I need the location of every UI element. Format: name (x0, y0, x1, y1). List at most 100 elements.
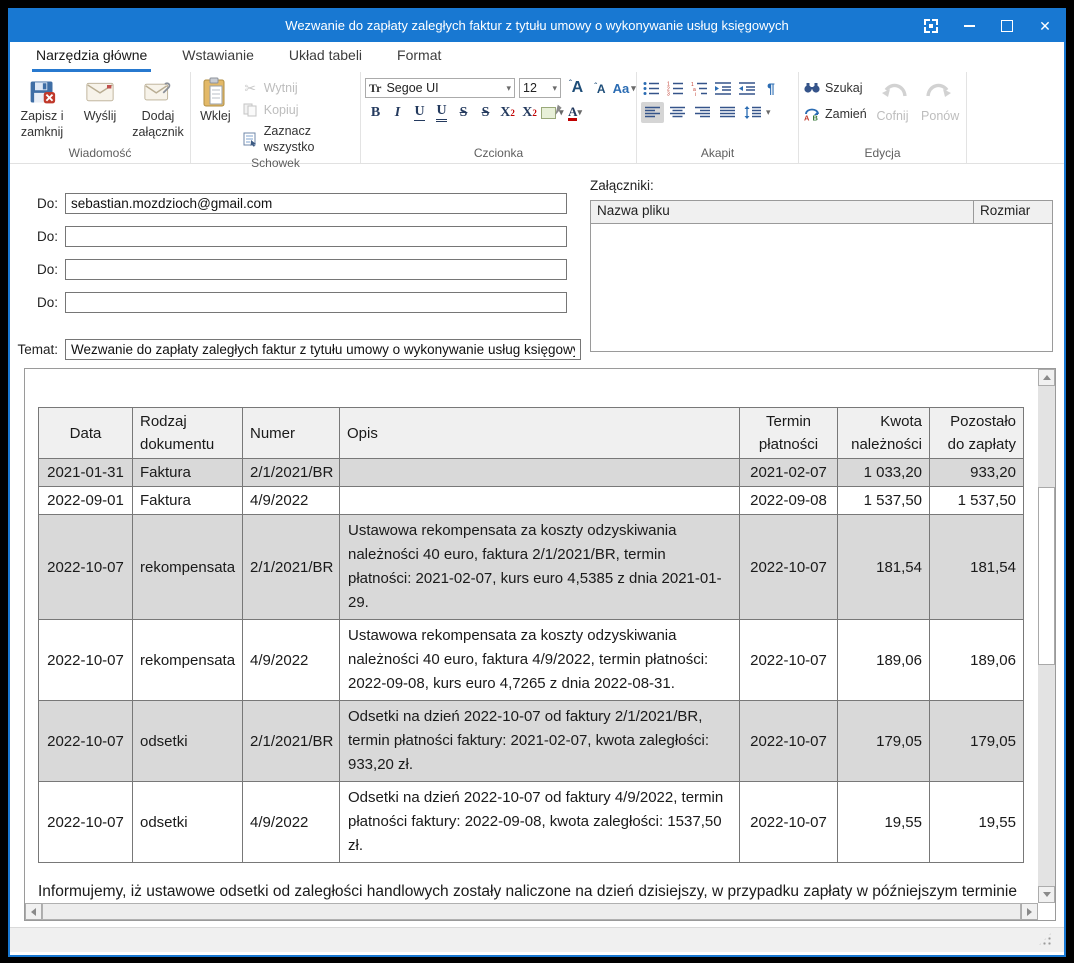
double-strikethrough-button[interactable]: S (475, 102, 496, 123)
select-all-button[interactable]: Zaznacz wszystko (242, 123, 356, 155)
to-field-4[interactable] (65, 292, 567, 313)
save-and-close-button[interactable]: Zapisz i zamknij (14, 75, 70, 140)
font-name-value: Segoe UI (386, 81, 438, 95)
subject-field[interactable] (65, 339, 581, 360)
focus-mode-button[interactable] (912, 10, 950, 42)
replace-icon: AB (803, 105, 820, 122)
attachments-label: Załączniki: (590, 178, 654, 193)
horizontal-scrollbar[interactable] (25, 903, 1038, 920)
table-cell: 2021-02-07 (740, 459, 838, 487)
cut-label: Wytnij (264, 80, 298, 96)
screenshot-root: { "window": { "title": "Wezwanie do zapł… (0, 0, 1074, 963)
to-field-3[interactable] (65, 259, 567, 280)
scroll-up-button[interactable] (1038, 369, 1055, 386)
bold-button[interactable]: B (365, 102, 386, 123)
add-attachment-button[interactable]: Dodaj załącznik (130, 75, 186, 140)
table-cell: Faktura (133, 459, 243, 487)
strikethrough-button[interactable]: S (453, 102, 474, 123)
table-cell: 2022-10-07 (740, 620, 838, 701)
table-cell: 2022-10-07 (39, 620, 133, 701)
to-field-2[interactable] (65, 226, 567, 247)
font-color-button[interactable]: A▾ (565, 102, 586, 123)
tab-home[interactable]: Narzędzia główne (32, 42, 151, 72)
font-name-select[interactable]: Tr Segoe UI ▾ (365, 78, 515, 98)
to-label-2: Do: (12, 229, 58, 244)
scroll-right-button[interactable] (1021, 903, 1038, 920)
numbered-list-button[interactable]: 123 (665, 78, 685, 98)
table-cell: 2022-10-07 (740, 782, 838, 863)
attachments-column-filename[interactable]: Nazwa pliku (591, 201, 974, 223)
font-size-value: 12 (523, 81, 537, 95)
horizontal-scrollbar-thumb[interactable] (42, 903, 1021, 920)
table-cell (340, 459, 740, 487)
italic-button[interactable]: I (387, 102, 408, 123)
app-window: Wezwanie do zapłaty zaległych faktur z t… (8, 8, 1066, 957)
underline-button[interactable]: U (409, 102, 430, 123)
scroll-down-button[interactable] (1038, 886, 1055, 903)
svg-text:i: i (695, 92, 696, 96)
close-button[interactable]: ✕ (1026, 10, 1064, 42)
attachments-column-size[interactable]: Rozmiar (974, 201, 1052, 223)
align-left-button[interactable] (641, 102, 664, 123)
undo-label: Cofnij (877, 109, 909, 125)
table-cell: 4/9/2022 (243, 782, 340, 863)
table-row: 2022-10-07odsetki4/9/2022Odsetki na dzie… (39, 782, 1024, 863)
copy-icon (242, 101, 259, 118)
vertical-scrollbar-thumb[interactable] (1038, 487, 1055, 665)
status-bar (10, 927, 1064, 952)
binoculars-icon (803, 79, 820, 96)
bullet-list-button[interactable] (641, 78, 661, 98)
table-cell: Ustawowa rekompensata za koszty odzyskiw… (340, 620, 740, 701)
decrease-indent-button[interactable] (713, 78, 733, 98)
paste-button[interactable]: Wklej (195, 75, 236, 125)
double-underline-button[interactable]: U (431, 102, 452, 123)
attachments-panel[interactable]: Nazwa pliku Rozmiar (590, 200, 1053, 352)
copy-button: Kopiuj (242, 101, 356, 118)
replace-label: Zamień (825, 106, 867, 122)
line-spacing-button[interactable] (741, 102, 764, 123)
subscript-button[interactable]: X2 (497, 102, 518, 123)
scroll-left-button[interactable] (25, 903, 42, 920)
table-cell: 1 537,50 (838, 487, 930, 515)
find-button[interactable]: Szukaj (803, 79, 867, 96)
document-table: DataRodzaj dokumentuNumerOpisTermin płat… (38, 407, 1024, 863)
table-cell: 19,55 (838, 782, 930, 863)
resize-grip[interactable] (1038, 932, 1052, 946)
superscript-button[interactable]: X2 (519, 102, 540, 123)
tab-table-layout[interactable]: Układ tabeli (285, 42, 366, 72)
minimize-button[interactable] (950, 10, 988, 42)
ribbon-group-message: Zapisz i zamknij Wyślij Dodaj załącznik … (10, 72, 191, 163)
font-size-select[interactable]: 12 ▾ (519, 78, 561, 98)
send-button[interactable]: Wyślij (72, 75, 128, 125)
table-cell: 189,06 (838, 620, 930, 701)
tab-insert[interactable]: Wstawianie (178, 42, 258, 72)
change-case-button[interactable]: Aa▾ (613, 81, 636, 96)
chevron-down-icon: ▾ (502, 83, 511, 94)
to-field-1[interactable] (65, 193, 567, 214)
justify-button[interactable] (716, 102, 739, 123)
align-right-button[interactable] (691, 102, 714, 123)
column-header: Opis (340, 408, 740, 459)
attachment-icon (143, 77, 173, 107)
table-cell: 181,54 (838, 515, 930, 620)
grow-font-button[interactable]: ˆA (565, 79, 586, 97)
multilevel-list-button[interactable]: 1ai (689, 78, 709, 98)
table-cell: 933,20 (930, 459, 1024, 487)
email-body-editor[interactable]: DataRodzaj dokumentuNumerOpisTermin płat… (24, 368, 1056, 921)
highlight-button[interactable]: ▾ (541, 102, 564, 123)
shrink-font-button[interactable]: ˆA (590, 80, 608, 96)
tab-format[interactable]: Format (393, 42, 445, 72)
table-cell (340, 487, 740, 515)
align-center-button[interactable] (666, 102, 689, 123)
table-cell: 4/9/2022 (243, 487, 340, 515)
pilcrow-button[interactable]: ¶ (761, 78, 781, 98)
increase-indent-button[interactable] (737, 78, 757, 98)
svg-text:A: A (804, 113, 810, 121)
table-cell: odsetki (133, 701, 243, 782)
vertical-scrollbar[interactable] (1038, 369, 1055, 903)
replace-button[interactable]: AB Zamień (803, 105, 867, 122)
column-header: Pozostało do zapłaty (930, 408, 1024, 459)
chevron-down-icon: ▾ (631, 83, 636, 94)
maximize-button[interactable] (988, 10, 1026, 42)
table-cell: 2022-10-07 (39, 782, 133, 863)
